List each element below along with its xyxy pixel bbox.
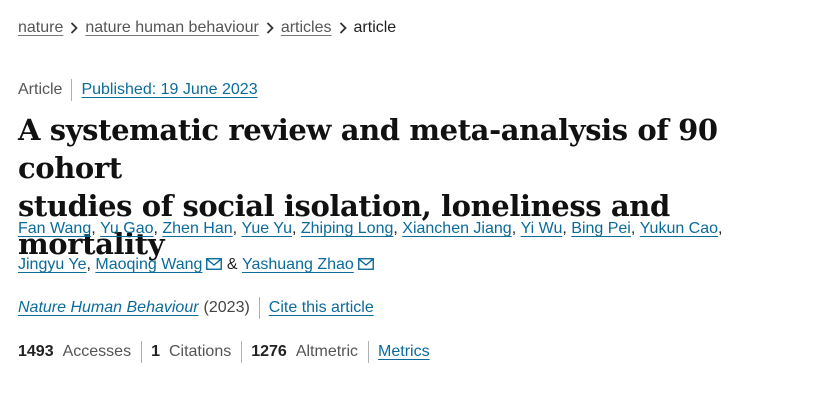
author-separator: , bbox=[562, 220, 572, 237]
author-separator: , bbox=[291, 220, 301, 237]
author-separator: , bbox=[91, 220, 101, 237]
author-separator: , bbox=[718, 220, 723, 237]
chevron-right-icon bbox=[259, 22, 281, 34]
accesses-label: Accesses bbox=[62, 343, 132, 360]
author-list: Fan Wang, Yu Gao, Zhen Han, Yue Yu, Zhip… bbox=[18, 211, 808, 283]
author-link[interactable]: Yi Wu bbox=[521, 220, 563, 237]
metric-accesses: 1493 Accesses bbox=[18, 341, 143, 363]
author-link[interactable]: Yukun Cao bbox=[640, 220, 718, 237]
author-item: Yi Wu, bbox=[521, 220, 572, 237]
breadcrumb: nature nature human behaviour articles a… bbox=[18, 17, 396, 39]
author-item: Yue Yu, bbox=[242, 220, 301, 237]
author-link[interactable]: Yue Yu bbox=[242, 220, 292, 237]
author-link[interactable]: Zhen Han bbox=[162, 220, 232, 237]
metric-citations: 1 Citations bbox=[151, 341, 243, 363]
author-item: Bing Pei, bbox=[571, 220, 639, 237]
author-link[interactable]: Maoqing Wang bbox=[95, 256, 202, 273]
cite-this-article-link[interactable]: Cite this article bbox=[269, 297, 374, 319]
author-item: Xianchen Jiang, bbox=[402, 220, 520, 237]
article-type: Article bbox=[18, 79, 73, 101]
author-separator: , bbox=[232, 220, 242, 237]
author-separator: , bbox=[630, 220, 640, 237]
author-link[interactable]: Yashuang Zhao bbox=[242, 256, 354, 273]
author-link[interactable]: Jingyu Ye bbox=[18, 256, 87, 273]
breadcrumb-articles[interactable]: articles bbox=[281, 17, 332, 39]
author-item: Yukun Cao, bbox=[640, 220, 723, 237]
author-item: Maoqing Wang & bbox=[95, 256, 242, 273]
accesses-count: 1493 bbox=[18, 343, 54, 360]
author-separator: , bbox=[393, 220, 403, 237]
journal-name-link[interactable]: Nature Human Behaviour bbox=[18, 297, 199, 319]
author-link[interactable]: Fan Wang bbox=[18, 220, 91, 237]
published-date-link[interactable]: Published: 19 June 2023 bbox=[81, 79, 257, 101]
breadcrumb-nature[interactable]: nature bbox=[18, 17, 63, 39]
journal-year: (2023) bbox=[204, 297, 260, 319]
author-item: Zhiping Long, bbox=[301, 220, 402, 237]
article-title-line-1: A systematic review and meta-analysis of… bbox=[18, 113, 718, 185]
citations-count: 1 bbox=[151, 343, 160, 360]
author-separator: & bbox=[222, 256, 242, 273]
metrics-link[interactable]: Metrics bbox=[378, 341, 430, 363]
article-header-page: nature nature human behaviour articles a… bbox=[0, 0, 830, 400]
author-link[interactable]: Yu Gao bbox=[100, 220, 153, 237]
author-link[interactable]: Bing Pei bbox=[571, 220, 631, 237]
author-item: Yashuang Zhao bbox=[242, 256, 374, 273]
author-item: Yu Gao, bbox=[100, 220, 162, 237]
journal-citation-line: Nature Human Behaviour (2023) Cite this … bbox=[18, 297, 374, 319]
breadcrumb-nature-human-behaviour[interactable]: nature human behaviour bbox=[85, 17, 258, 39]
author-item: Zhen Han, bbox=[162, 220, 241, 237]
breadcrumb-current-article: article bbox=[353, 19, 397, 36]
author-item: Jingyu Ye, bbox=[18, 256, 95, 273]
author-separator: , bbox=[511, 220, 521, 237]
altmetric-score: 1276 bbox=[251, 343, 287, 360]
chevron-right-icon bbox=[63, 22, 85, 34]
author-link[interactable]: Xianchen Jiang bbox=[402, 220, 511, 237]
mail-icon[interactable] bbox=[206, 258, 223, 270]
author-item: Fan Wang, bbox=[18, 220, 100, 237]
mail-icon[interactable] bbox=[357, 258, 374, 270]
author-link[interactable]: Zhiping Long bbox=[301, 220, 394, 237]
altmetric-label: Altmetric bbox=[295, 343, 359, 360]
article-meta: Article Published: 19 June 2023 bbox=[18, 79, 258, 101]
citations-label: Citations bbox=[168, 343, 232, 360]
chevron-right-icon bbox=[332, 22, 354, 34]
article-metrics: 1493 Accesses 1 Citations 1276 Altmetric… bbox=[18, 341, 430, 363]
metric-altmetric: 1276 Altmetric bbox=[251, 341, 370, 363]
